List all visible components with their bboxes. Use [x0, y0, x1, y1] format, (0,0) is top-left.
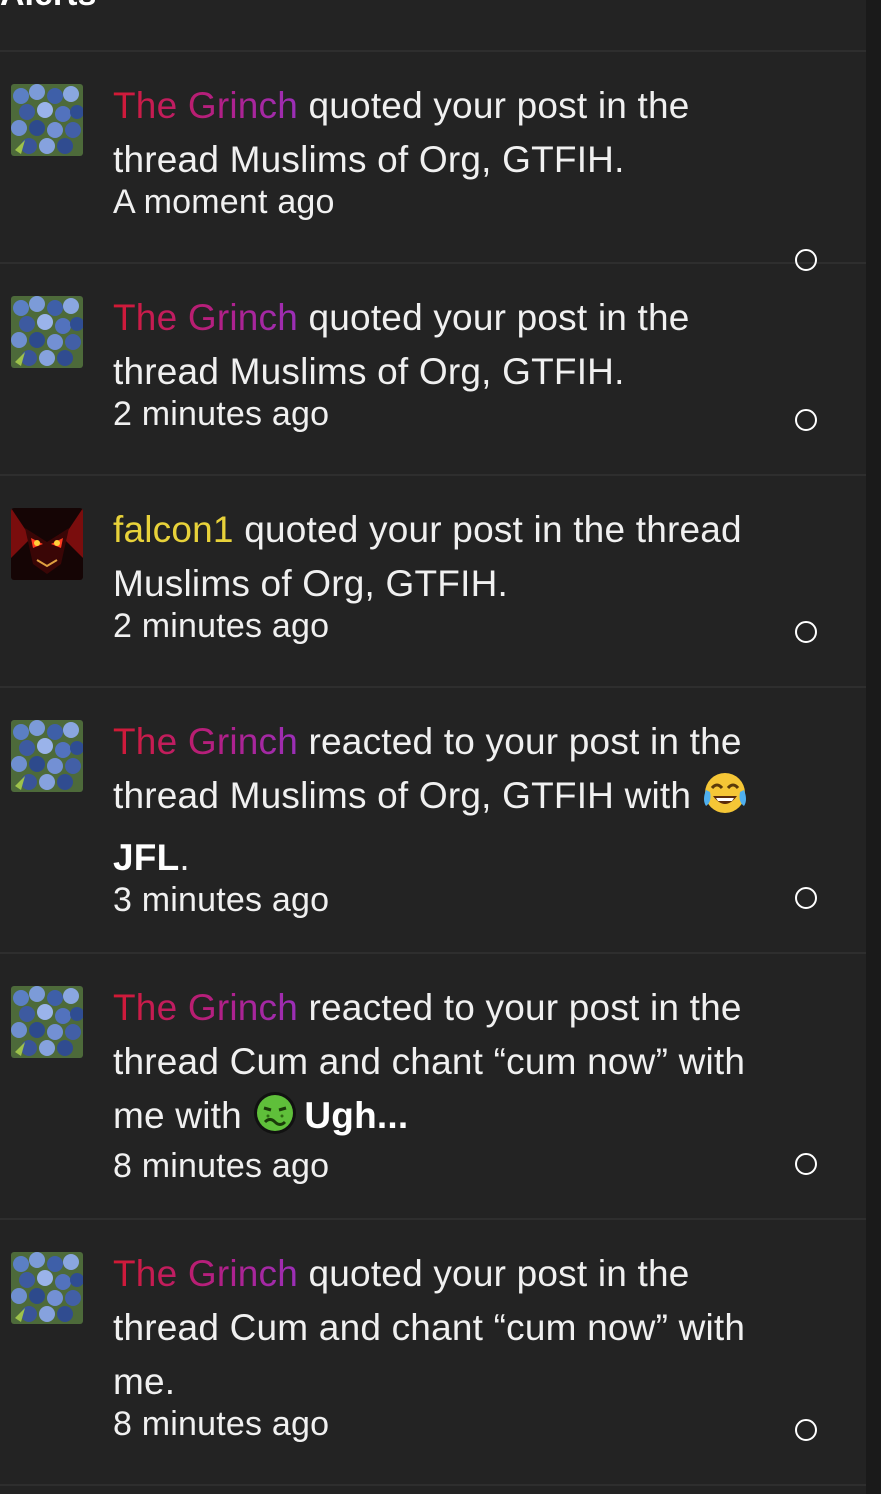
page-title: Alerts: [0, 0, 96, 14]
mark-read-toggle[interactable]: [795, 1153, 817, 1175]
alert-time: 3 minutes ago: [113, 881, 330, 919]
alert-content: falcon1 quoted your post in the thread M…: [113, 503, 806, 643]
avatar-grinch[interactable]: [11, 986, 83, 1058]
alert-time: 2 minutes ago: [113, 607, 330, 645]
grapes-avatar-icon: [11, 1252, 83, 1324]
alert-username[interactable]: The Grinch: [113, 85, 298, 126]
avatar-grinch[interactable]: [11, 1252, 83, 1324]
avatar-grinch[interactable]: [11, 296, 83, 368]
grapes-avatar-icon: [11, 986, 83, 1058]
red-robot-avatar-icon: [11, 508, 83, 580]
reaction-name[interactable]: JFL: [113, 837, 179, 878]
alert-content: The Grinch reacted to your post in the t…: [113, 981, 806, 1183]
alert-item[interactable]: The Grinch quoted your post in the threa…: [0, 264, 866, 476]
alert-content: The Grinch quoted your post in the threa…: [113, 1247, 806, 1441]
alert-time: 8 minutes ago: [113, 1147, 330, 1185]
mark-read-toggle[interactable]: [795, 409, 817, 431]
reaction-name[interactable]: Ugh...: [304, 1095, 408, 1136]
alert-item[interactable]: The Grinch reacted to your post in the t…: [0, 954, 866, 1220]
alert-item[interactable]: The Grinch quoted your post in the threa…: [0, 1220, 866, 1486]
alert-username[interactable]: The Grinch: [113, 1253, 298, 1294]
alerts-header: Alerts: [0, 0, 866, 52]
alert-username[interactable]: The Grinch: [113, 987, 298, 1028]
alert-content: The Grinch quoted your post in the threa…: [113, 291, 806, 431]
alert-text-end: .: [179, 837, 190, 878]
nauseated-face-icon: [252, 1090, 298, 1151]
alert-content: The Grinch reacted to your post in the t…: [113, 715, 806, 917]
page-edge: [866, 0, 881, 1494]
mark-read-toggle[interactable]: [795, 1419, 817, 1441]
avatar-grinch[interactable]: [11, 720, 83, 792]
alert-time: 8 minutes ago: [113, 1405, 330, 1443]
grapes-avatar-icon: [11, 720, 83, 792]
alert-time: A moment ago: [113, 183, 335, 221]
avatar-falcon1[interactable]: [11, 508, 83, 580]
alert-username[interactable]: The Grinch: [113, 297, 298, 338]
alert-content: The Grinch quoted your post in the threa…: [113, 79, 806, 219]
joy-tears-icon: [702, 770, 748, 831]
alert-username[interactable]: The Grinch: [113, 721, 298, 762]
alert-item[interactable]: falcon1 quoted your post in the thread M…: [0, 476, 866, 688]
grapes-avatar-icon: [11, 84, 83, 156]
alert-time: 2 minutes ago: [113, 395, 330, 433]
avatar-grinch[interactable]: [11, 84, 83, 156]
mark-read-toggle[interactable]: [795, 621, 817, 643]
alert-item[interactable]: The Grinch reacted to your post in the t…: [0, 688, 866, 954]
alert-username[interactable]: falcon1: [113, 509, 234, 550]
mark-read-toggle[interactable]: [795, 887, 817, 909]
grapes-avatar-icon: [11, 296, 83, 368]
alert-item[interactable]: The Grinch quoted your post in the threa…: [0, 52, 866, 271]
alerts-panel: Alerts The Grinch quoted your post in th…: [0, 0, 866, 1494]
